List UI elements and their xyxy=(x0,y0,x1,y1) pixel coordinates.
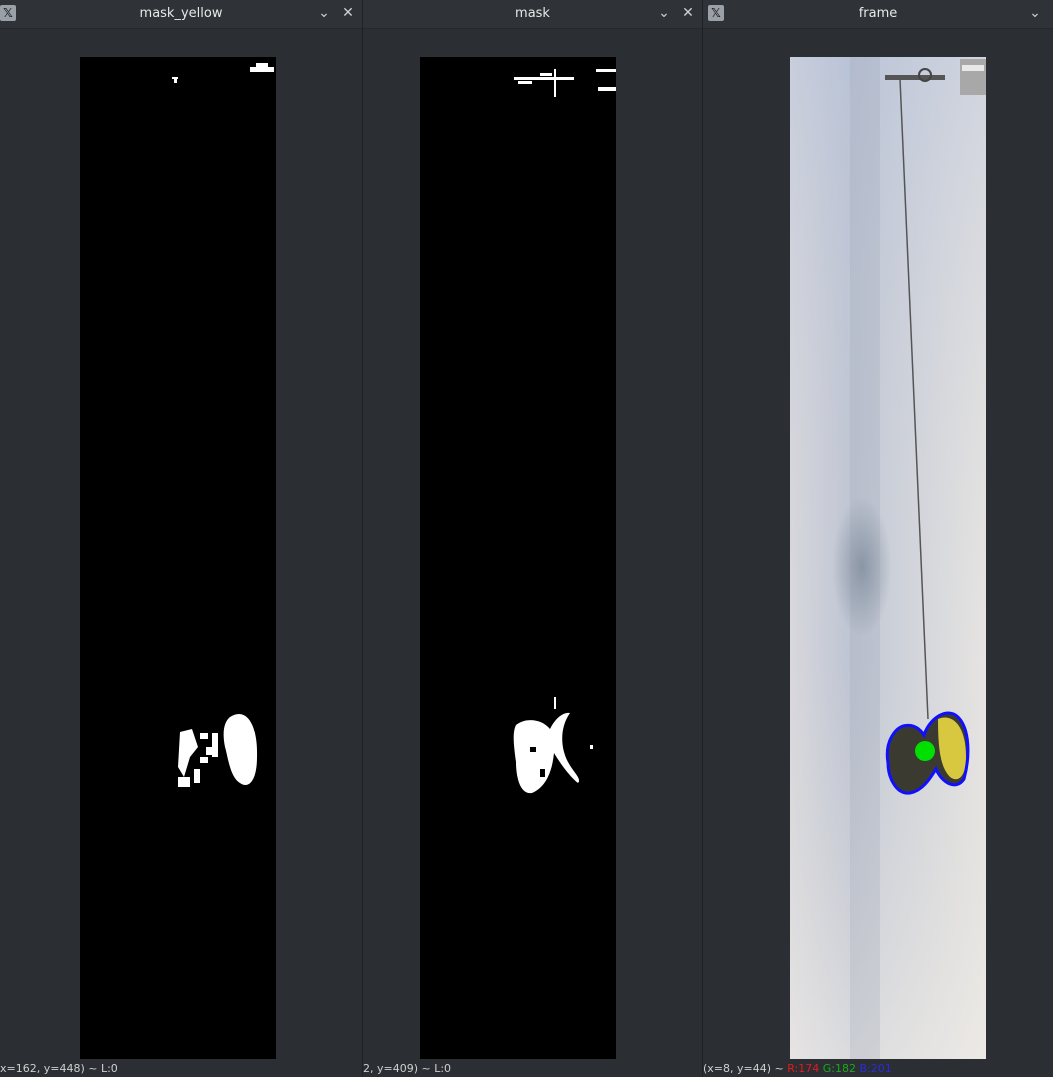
chevron-down-icon[interactable]: ⌄ xyxy=(656,5,672,21)
window-frame: 𝕏 frame ⌄ (x=8, y=44) ~ R:174 G:182 B:20… xyxy=(703,0,1053,1077)
status-bar: 2, y=409) ~ L:0 xyxy=(363,1061,702,1077)
window-title: frame xyxy=(858,6,898,21)
window-mask-yellow: 𝕏 mask_yellow ⌄ ✕ x=162, y=448) ~ L:0 xyxy=(0,0,362,1077)
close-icon[interactable]: ✕ xyxy=(340,5,356,21)
mask-image xyxy=(420,57,616,1059)
status-text: x=162, y=448) ~ L:0 xyxy=(0,1062,118,1075)
mask-yellow-image xyxy=(80,57,276,1059)
window-title: mask xyxy=(515,6,550,21)
chevron-down-icon[interactable]: ⌄ xyxy=(1027,5,1043,21)
status-green-value: G:182 xyxy=(822,1062,856,1075)
status-red-value: R:174 xyxy=(787,1062,820,1075)
status-bar: (x=8, y=44) ~ R:174 G:182 B:201 xyxy=(703,1061,1053,1077)
titlebar[interactable]: 𝕏 mask_yellow ⌄ ✕ xyxy=(0,0,362,29)
titlebar[interactable]: mask ⌄ ✕ xyxy=(363,0,702,29)
titlebar[interactable]: 𝕏 frame ⌄ xyxy=(703,0,1053,29)
close-icon[interactable]: ✕ xyxy=(680,5,696,21)
status-bar: x=162, y=448) ~ L:0 xyxy=(0,1061,362,1077)
frame-image xyxy=(790,57,986,1059)
window-mask: mask ⌄ ✕ 2, y=409) ~ L:0 xyxy=(363,0,702,1077)
window-title: mask_yellow xyxy=(139,6,223,21)
chevron-down-icon[interactable]: ⌄ xyxy=(316,5,332,21)
status-blue-value: B:201 xyxy=(859,1062,892,1075)
status-coords: (x=8, y=44) ~ xyxy=(703,1062,788,1075)
status-text: 2, y=409) ~ L:0 xyxy=(363,1062,452,1075)
